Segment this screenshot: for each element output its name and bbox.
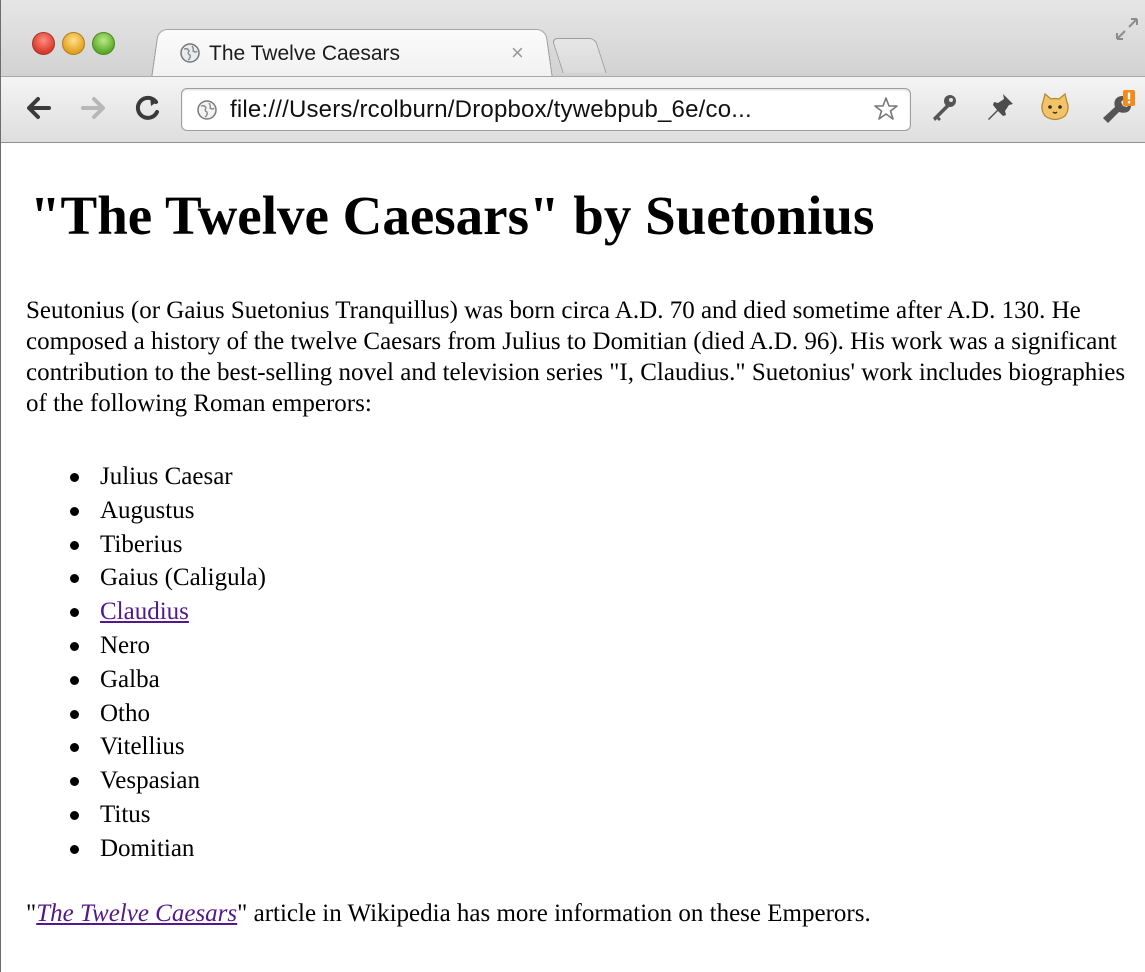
page-heading: "The Twelve Caesars" by Suetonius [30, 185, 875, 246]
emperor-name: Titus [100, 800, 151, 828]
tab-content: The Twelve Caesars × [179, 36, 539, 70]
tab-title: The Twelve Caesars [209, 42, 401, 65]
list-item: Nero [26, 629, 266, 663]
address-url[interactable]: file:///Users/rcolburn/Dropbox/tywebpub_… [230, 96, 752, 124]
reload-icon[interactable] [131, 91, 165, 125]
tab-close-icon[interactable]: × [511, 40, 524, 66]
emperor-list: Julius Caesar Augustus Tiberius Gaius (C… [26, 460, 266, 866]
browser-window: The Twelve Caesars × file:///Users/rcolb [0, 0, 1145, 972]
minimize-window-button[interactable] [62, 32, 85, 55]
emperor-name: Vitellius [100, 733, 185, 761]
list-item: Gaius (Caligula) [26, 561, 266, 595]
wikipedia-link[interactable]: The Twelve Caesars [36, 900, 237, 927]
emperor-name: Otho [100, 699, 150, 727]
list-item: Vespasian [26, 764, 266, 798]
emperor-name: Gaius (Caligula) [100, 564, 266, 592]
list-item: Julius Caesar [26, 460, 266, 494]
list-item: Titus [26, 798, 266, 832]
emperor-name: Vespasian [100, 767, 200, 795]
intro-paragraph: Seutonius (or Gaius Suetonius Tranquillu… [26, 297, 1126, 417]
close-window-button[interactable] [32, 32, 55, 55]
list-item: Augustus [26, 494, 266, 528]
globe-icon [180, 43, 200, 63]
emperor-name: Galba [100, 665, 160, 693]
note-text: " article in Wikipedia has more informat… [237, 900, 871, 927]
list-item: Galba [26, 663, 266, 697]
address-bar[interactable]: file:///Users/rcolburn/Dropbox/tywebpub_… [181, 88, 911, 131]
tab-bar: The Twelve Caesars × [1, 0, 1145, 79]
zoom-window-button[interactable] [92, 32, 115, 55]
pin-icon[interactable] [983, 90, 1019, 126]
cat-icon[interactable] [1037, 90, 1073, 126]
page-info-globe-icon[interactable] [196, 99, 218, 121]
wrench-icon[interactable] [1099, 90, 1135, 126]
key-icon[interactable] [926, 90, 962, 126]
claudius-link[interactable]: Claudius [100, 598, 189, 625]
emperor-name: Domitian [100, 834, 195, 862]
wikipedia-note: "The Twelve Caesars" article in Wikipedi… [26, 898, 871, 929]
emperor-name: Tiberius [100, 530, 183, 558]
forward-icon[interactable] [77, 91, 111, 125]
emperor-name: Augustus [100, 496, 195, 524]
list-item: Tiberius [26, 528, 266, 562]
toolbar: file:///Users/rcolburn/Dropbox/tywebpub_… [1, 76, 1145, 143]
emperor-name: Julius Caesar [100, 463, 233, 490]
list-item: Domitian [26, 832, 266, 866]
list-item: Vitellius [26, 730, 266, 764]
new-tab-button[interactable] [551, 38, 607, 73]
bookmark-star-icon[interactable] [872, 95, 900, 123]
list-item: Claudius [26, 595, 266, 629]
emperor-name: Nero [100, 631, 150, 659]
back-icon[interactable] [21, 91, 55, 125]
page-content: "The Twelve Caesars" by Suetonius Seuton… [1, 143, 1145, 972]
fullscreen-icon[interactable] [1114, 16, 1140, 42]
open-quote: " [26, 900, 37, 927]
list-item: Otho [26, 697, 266, 731]
